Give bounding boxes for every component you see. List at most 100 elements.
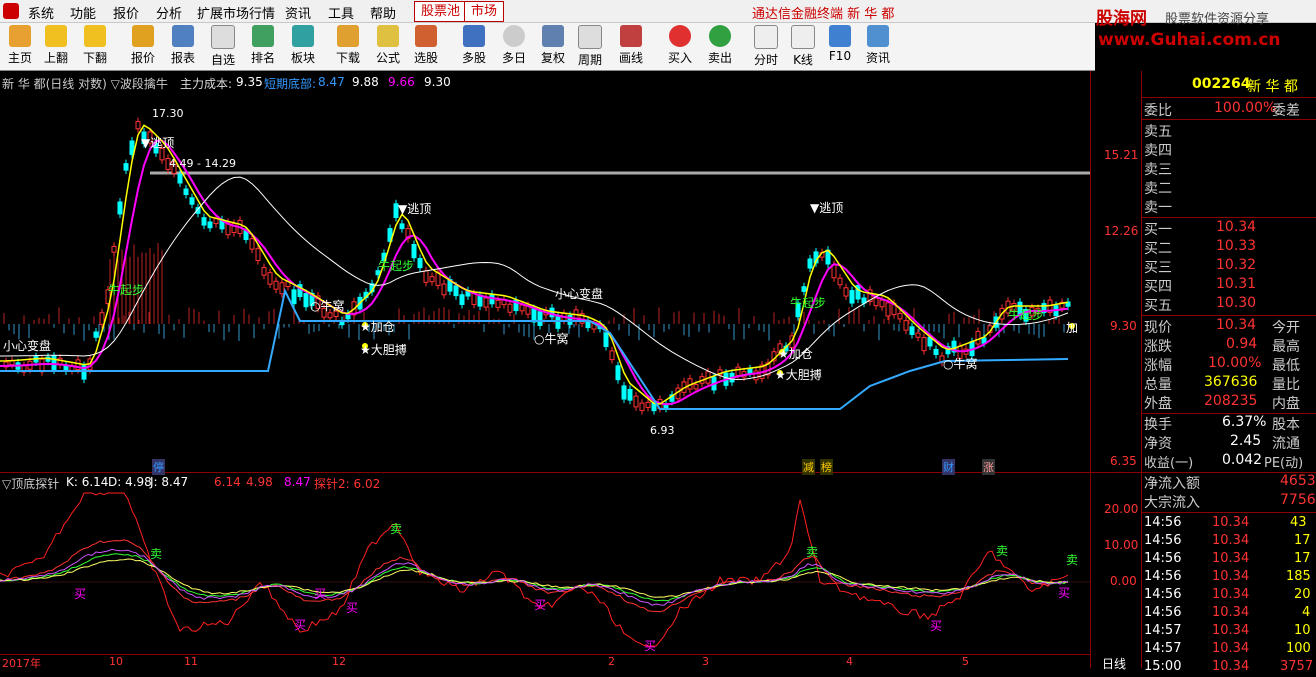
- news-button[interactable]: 资讯: [858, 25, 898, 68]
- stat-label: 净资: [1144, 436, 1172, 452]
- menu-help[interactable]: 帮助: [370, 3, 396, 22]
- period-button[interactable]: 周期: [570, 25, 610, 68]
- escape-top-label: ▼逃顶: [141, 136, 175, 150]
- tick-row: 15:00 10.34 3757: [1144, 659, 1314, 674]
- event-marker[interactable]: 涨: [982, 459, 995, 475]
- candle-body: [39, 358, 45, 373]
- indicator-tick: 0.00: [1110, 574, 1137, 588]
- intraday-button[interactable]: 分时: [746, 25, 786, 68]
- buy4-price: 10.31: [1216, 276, 1257, 292]
- event-marker[interactable]: 财: [942, 459, 955, 475]
- price-tick: 9.30: [1110, 319, 1137, 333]
- menu-info[interactable]: 资讯: [285, 3, 311, 22]
- arrow-up-icon: [45, 25, 67, 47]
- event-marker[interactable]: 榜: [820, 459, 833, 475]
- candle-body: [441, 283, 447, 296]
- event-marker[interactable]: 停: [152, 459, 165, 475]
- price-tick: 6.35: [1110, 454, 1137, 468]
- stat-value: 367636: [1204, 374, 1258, 390]
- candle-body: [417, 258, 423, 269]
- candle-body: [303, 293, 309, 308]
- menu-system[interactable]: 系统: [28, 3, 54, 22]
- candle-body: [801, 286, 807, 292]
- f10-button[interactable]: F10: [820, 25, 860, 68]
- menu-analysis[interactable]: 分析: [156, 3, 182, 22]
- download-button[interactable]: 下载: [328, 25, 368, 68]
- candle-body: [807, 258, 813, 269]
- candle-body: [183, 188, 189, 196]
- stat-value: 208235: [1204, 393, 1258, 409]
- candle-body: [735, 366, 741, 376]
- flow-value: 4653: [1280, 473, 1316, 489]
- candle-body: [693, 384, 699, 390]
- sell-icon: [709, 25, 731, 47]
- formula-button[interactable]: 公式: [368, 25, 408, 68]
- multi-day-button[interactable]: 多日: [494, 25, 534, 68]
- x-period-label[interactable]: 日线: [1102, 655, 1126, 672]
- panel-divider: [1142, 119, 1316, 120]
- event-marker[interactable]: 减: [802, 459, 815, 475]
- buy-signal: 买: [74, 587, 87, 601]
- careful-label: 小心变盘: [3, 339, 52, 353]
- ma-line-yellow: [0, 124, 1069, 405]
- buy-button[interactable]: 买入: [660, 25, 700, 68]
- candle-body: [135, 121, 141, 130]
- page-up-button[interactable]: 上翻: [36, 25, 76, 68]
- rank-button[interactable]: 排名: [243, 25, 283, 68]
- candle-body: [411, 243, 417, 259]
- x-tick: 5: [962, 655, 969, 668]
- sell-button[interactable]: 卖出: [700, 25, 740, 68]
- brand-slogan: 股票软件资源分享: [1165, 12, 1270, 27]
- indicator-tick: 20.00: [1104, 502, 1139, 516]
- tab-market[interactable]: 市场: [464, 1, 505, 22]
- draw-line-button[interactable]: 画线: [611, 25, 651, 68]
- chart-area[interactable]: 新 华 都(日线 对数) ▽波段擒牛 主力成本: 9.35 短期底部: 8.47…: [0, 71, 1141, 671]
- bold-label: ★大胆搏: [360, 343, 407, 357]
- adjust-button[interactable]: 复权: [533, 25, 573, 68]
- candle-body: [585, 320, 591, 329]
- ma-line-magenta: [0, 139, 1069, 406]
- sell4-label: 卖四: [1144, 143, 1172, 159]
- candle-body: [843, 287, 849, 297]
- menu-extended-market[interactable]: 扩展市场行情: [197, 3, 275, 22]
- buy3-label: 买三: [1144, 260, 1172, 276]
- wei-bi-value: 100.00%: [1214, 100, 1277, 116]
- sell-signal: 卖: [996, 544, 1009, 558]
- report-button[interactable]: 报表: [163, 25, 203, 68]
- kline-button[interactable]: K线: [783, 25, 823, 68]
- quote-button[interactable]: 报价: [123, 25, 163, 68]
- menu-quote[interactable]: 报价: [113, 3, 139, 22]
- menu-tools[interactable]: 工具: [328, 3, 354, 22]
- multi-stock-button[interactable]: 多股: [454, 25, 494, 68]
- candle-body: [261, 267, 267, 276]
- watchlist-button[interactable]: 自选: [203, 25, 243, 68]
- intraday-icon: [754, 25, 778, 49]
- candle-body: [483, 297, 489, 308]
- buy-signal: 买: [294, 618, 307, 632]
- buy5-label: 买五: [1144, 298, 1172, 314]
- menu-function[interactable]: 功能: [70, 3, 96, 22]
- indicator-chart: [0, 492, 1090, 647]
- app-logo-icon: [3, 3, 19, 19]
- candle-body: [633, 395, 639, 408]
- candle-body: [915, 332, 921, 338]
- screen-icon: [415, 25, 437, 47]
- stat-value: 10.00%: [1208, 355, 1262, 371]
- candle-body: [99, 312, 105, 325]
- buy1-price: 10.34: [1216, 219, 1257, 235]
- stock-screen-button[interactable]: 选股: [406, 25, 446, 68]
- page-down-button[interactable]: 下翻: [75, 25, 115, 68]
- buy-signal: 买: [930, 619, 943, 633]
- candle-body: [621, 385, 627, 400]
- indicator-probe: 探针2: 6.02: [314, 477, 381, 491]
- indicator-d: D: 4.98: [108, 475, 152, 489]
- candle-body: [453, 285, 459, 297]
- sector-button[interactable]: 板块: [283, 25, 323, 68]
- buy2-label: 买二: [1144, 241, 1172, 257]
- price-tick: 12.26: [1104, 224, 1139, 238]
- candle-body: [747, 368, 753, 374]
- download-icon: [337, 25, 359, 47]
- indicator-r3: 8.47: [284, 475, 311, 489]
- tab-stock-pool[interactable]: 股票池: [414, 1, 468, 22]
- home-button[interactable]: 主页: [0, 25, 40, 68]
